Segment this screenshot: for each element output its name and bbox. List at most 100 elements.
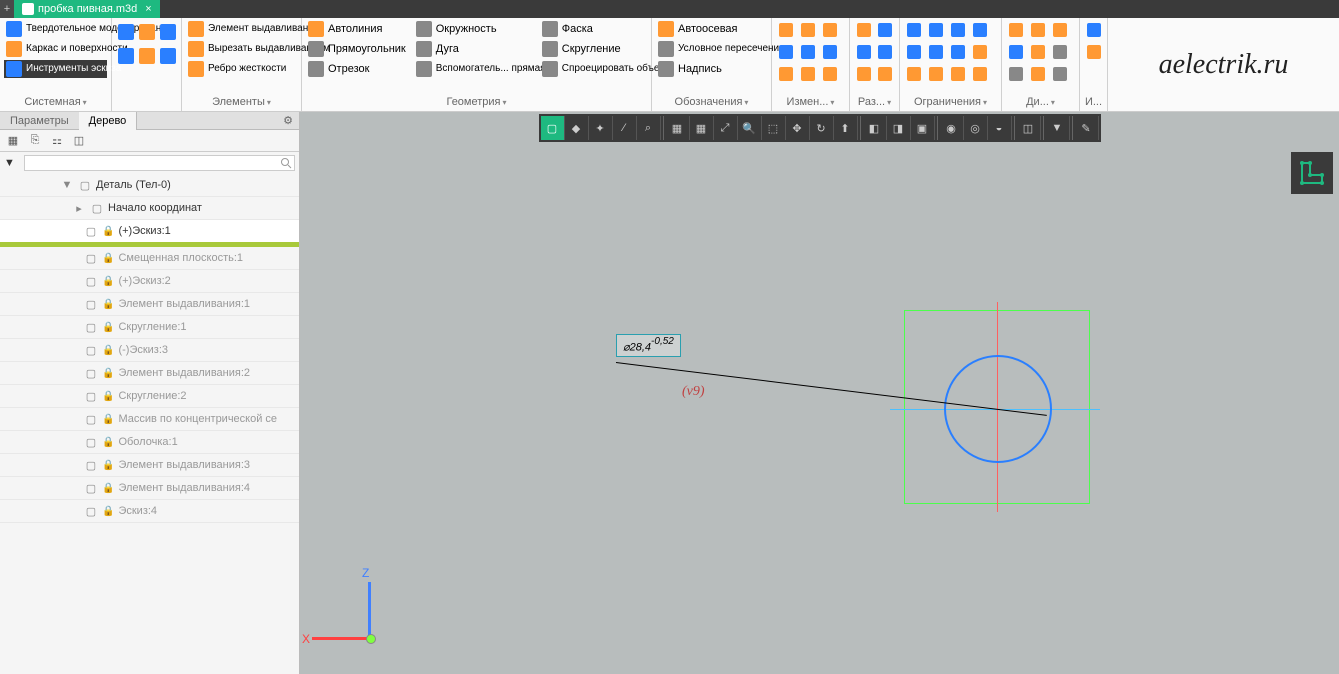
tree-caret-icon[interactable]: ▸	[72, 201, 86, 215]
con-btn-2[interactable]	[926, 20, 946, 40]
con-btn-5[interactable]	[904, 42, 924, 62]
new-tab-button[interactable]: +	[0, 0, 14, 18]
diag-btn-7[interactable]	[1006, 64, 1026, 84]
dropdown-icon[interactable]: ▾	[744, 98, 748, 107]
vp-btn-4[interactable]: ⁄	[613, 116, 637, 140]
rib-button[interactable]: Ребро жесткости	[186, 60, 297, 78]
tree-node[interactable]: ▢🔒Элемент выдавливания:3	[0, 454, 299, 477]
tab-params[interactable]: Параметры	[0, 112, 79, 130]
sketch-mode-button[interactable]: ▢	[541, 116, 565, 140]
tree-node[interactable]: ▢🔒(+)Эскиз:2	[0, 270, 299, 293]
vp-btn-5[interactable]: ⌕	[637, 116, 661, 140]
segment-button[interactable]: Отрезок	[306, 60, 408, 78]
vp-cam-1[interactable]: ◉	[940, 116, 964, 140]
dropdown-icon[interactable]: ▾	[830, 98, 834, 107]
diag-btn-4[interactable]	[1006, 42, 1026, 62]
dropdown-icon[interactable]: ▾	[267, 98, 271, 107]
misc-btn-1[interactable]	[1084, 20, 1104, 40]
dim-btn-2[interactable]	[876, 20, 896, 40]
dim-btn-1[interactable]	[854, 20, 874, 40]
edit-btn-2[interactable]	[798, 20, 818, 40]
vp-btn-3[interactable]: ✦	[589, 116, 613, 140]
viewport[interactable]: ▢ ◆ ✦ ⁄ ⌕ ▦ ▦ ⤢ 🔍 ⬚ ✥ ↻ ⬆ ◧ ◨ ▣ ◉ ◎ ◒ ◫ …	[300, 112, 1339, 674]
aux-line-button[interactable]: Вспомогатель... прямая	[414, 60, 534, 78]
diag-btn-8[interactable]	[1028, 64, 1048, 84]
vp-shade-1[interactable]: ◧	[863, 116, 887, 140]
chamfer-button[interactable]: Фаска	[540, 20, 650, 38]
axis-gizmo[interactable]: Z X	[306, 578, 386, 658]
vp-picker[interactable]: ✎	[1075, 116, 1099, 140]
tree-view-btn-2[interactable]: ⎘	[26, 132, 44, 150]
tree-node[interactable]: ▢🔒Массив по концентрической се	[0, 408, 299, 431]
mode-solid[interactable]: Твердотельное моделирование	[4, 20, 107, 38]
filter-icon[interactable]: ▼	[4, 157, 20, 169]
con-btn-9[interactable]	[904, 64, 924, 84]
vp-cam-3[interactable]: ◒	[988, 116, 1012, 140]
vp-btn-2[interactable]: ◆	[565, 116, 589, 140]
edit-btn-8[interactable]	[798, 64, 818, 84]
document-tab[interactable]: пробка пивная.m3d ×	[14, 0, 160, 18]
diag-btn-5[interactable]	[1028, 42, 1048, 62]
vp-zoom-fit[interactable]: ⤢	[714, 116, 738, 140]
redo-button[interactable]	[158, 46, 177, 66]
edit-btn-6[interactable]	[820, 42, 840, 62]
diag-btn-3[interactable]	[1050, 20, 1070, 40]
vp-rotate[interactable]: ↻	[810, 116, 834, 140]
tree-node[interactable]: ▢🔒Скругление:2	[0, 385, 299, 408]
con-btn-10[interactable]	[926, 64, 946, 84]
dimension-label[interactable]: ⌀28,4-0,52	[616, 334, 681, 357]
close-tab-icon[interactable]: ×	[145, 0, 151, 18]
undo-button[interactable]	[137, 46, 156, 66]
tree-node[interactable]: ▢🔒Оболочка:1	[0, 431, 299, 454]
tree-node[interactable]: ▢🔒Скругление:1	[0, 316, 299, 339]
edit-btn-9[interactable]	[820, 64, 840, 84]
search-input[interactable]	[24, 155, 295, 171]
con-btn-12[interactable]	[970, 64, 990, 84]
misc-btn-2[interactable]	[1084, 42, 1104, 62]
tree-view-btn-1[interactable]: ▦	[4, 132, 22, 150]
edit-btn-4[interactable]	[776, 42, 796, 62]
dropdown-icon[interactable]: ▾	[1051, 98, 1055, 107]
open-doc-button[interactable]	[137, 22, 156, 42]
text-button[interactable]: Надпись	[656, 60, 767, 78]
con-btn-4[interactable]	[970, 20, 990, 40]
dim-btn-4[interactable]	[876, 42, 896, 62]
vp-shade-3[interactable]: ▣	[911, 116, 935, 140]
tree-node[interactable]: ▢🔒Смещенная плоскость:1	[0, 247, 299, 270]
diag-btn-6[interactable]	[1050, 42, 1070, 62]
project-button[interactable]: Спроецировать объект	[540, 60, 650, 78]
arc-button[interactable]: Дуга	[414, 40, 534, 58]
diag-btn-1[interactable]	[1006, 20, 1026, 40]
tree-view-btn-3[interactable]: ⚏	[48, 132, 66, 150]
diag-btn-9[interactable]	[1050, 64, 1070, 84]
dropdown-icon[interactable]: ▾	[983, 98, 987, 107]
rectangle-button[interactable]: Прямоугольник	[306, 40, 408, 58]
vp-section[interactable]: ◫	[1017, 116, 1041, 140]
cut-extrude-button[interactable]: Вырезать выдавливанием	[186, 40, 297, 58]
sketch-mode-indicator[interactable]	[1291, 152, 1333, 194]
diag-btn-2[interactable]	[1028, 20, 1048, 40]
con-btn-3[interactable]	[948, 20, 968, 40]
vp-filter[interactable]: ▼	[1046, 116, 1070, 140]
circle-button[interactable]: Окружность	[414, 20, 534, 38]
tree-caret-icon[interactable]: ▼	[60, 178, 74, 192]
tree-node[interactable]: ▢🔒Эскиз:4	[0, 500, 299, 523]
tab-tree[interactable]: Дерево	[79, 112, 138, 130]
con-btn-6[interactable]	[926, 42, 946, 62]
vp-zoom-in[interactable]: 🔍	[738, 116, 762, 140]
extrude-button[interactable]: Элемент выдавливания	[186, 20, 297, 38]
panel-settings-icon[interactable]: ⚙	[277, 114, 299, 127]
tree-node[interactable]: ▸▢Начало координат	[0, 197, 299, 220]
edit-btn-7[interactable]	[776, 64, 796, 84]
edit-btn-3[interactable]	[820, 20, 840, 40]
tree-node[interactable]: ▼▢Деталь (Тел-0)	[0, 174, 299, 197]
fillet2d-button[interactable]: Скругление	[540, 40, 650, 58]
con-btn-7[interactable]	[948, 42, 968, 62]
tree-node[interactable]: ▢🔒(+)Эскиз:1	[0, 220, 299, 244]
autoline-button[interactable]: Автолиния	[306, 20, 408, 38]
dim-btn-6[interactable]	[876, 64, 896, 84]
cond-intersect-button[interactable]: Условное пересечение	[656, 40, 767, 58]
con-btn-8[interactable]	[970, 42, 990, 62]
vp-grid-2[interactable]: ▦	[690, 116, 714, 140]
new-doc-button[interactable]	[116, 22, 135, 42]
